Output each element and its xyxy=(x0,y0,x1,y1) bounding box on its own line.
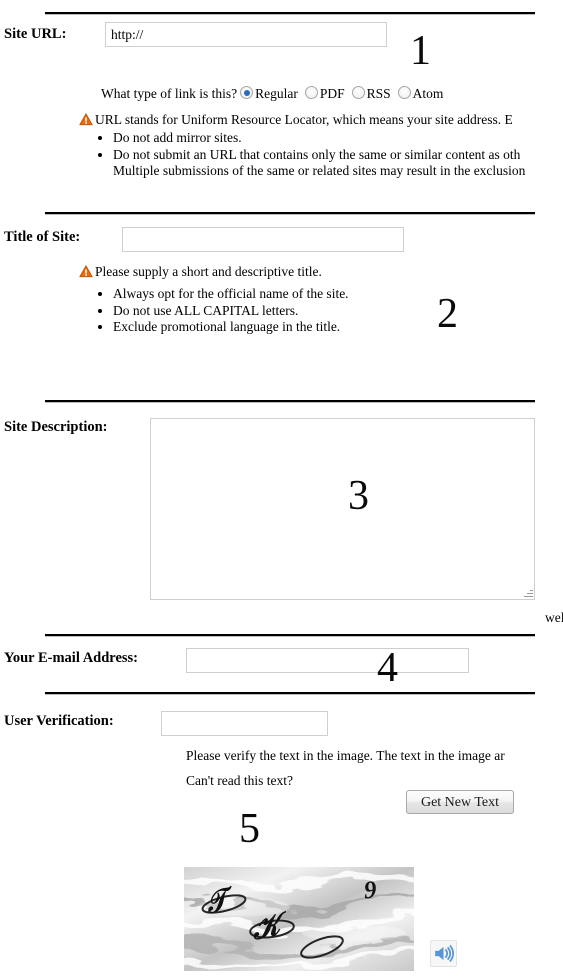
divider-top xyxy=(45,12,535,15)
site-url-help: URL stands for Uniform Resource Locator,… xyxy=(79,112,525,180)
step-annotation-1: 1 xyxy=(410,30,431,72)
link-type-question: What type of link is this? xyxy=(101,86,237,101)
step-annotation-5: 5 xyxy=(239,808,260,850)
divider-after-title xyxy=(45,400,535,403)
radio-option-regular[interactable]: Regular xyxy=(240,86,298,102)
site-url-label: Site URL: xyxy=(4,26,66,43)
title-of-site-input[interactable] xyxy=(122,227,404,252)
description-overflow-fragment: wel xyxy=(545,610,563,626)
site-url-warning-text: URL stands for Uniform Resource Locator,… xyxy=(95,112,513,127)
cant-read-text-label: Can't read this text? xyxy=(186,773,293,789)
captcha-audio-button[interactable] xyxy=(430,940,457,967)
radio-option-pdf[interactable]: PDF xyxy=(305,86,345,102)
user-verification-label: User Verification: xyxy=(4,713,114,730)
step-annotation-3: 3 xyxy=(348,475,369,517)
title-of-site-help: Please supply a short and descriptive ti… xyxy=(79,264,349,336)
title-of-site-label: Title of Site: xyxy=(4,229,80,246)
radio-label-atom: Atom xyxy=(413,86,444,101)
list-item: Do not add mirror sites. xyxy=(113,130,525,147)
list-item: Do not submit an URL that contains only … xyxy=(113,147,525,164)
step-annotation-2: 2 xyxy=(437,293,458,335)
radio-label-rss: RSS xyxy=(367,86,391,101)
radio-option-atom[interactable]: Atom xyxy=(398,86,444,102)
radio-dot-pdf[interactable] xyxy=(305,86,318,99)
radio-dot-atom[interactable] xyxy=(398,86,411,99)
site-description-textarea[interactable] xyxy=(150,418,535,600)
divider-after-email xyxy=(45,692,535,695)
radio-dot-regular[interactable] xyxy=(240,86,253,99)
list-item: Do not use ALL CAPITAL letters. xyxy=(113,303,349,320)
radio-option-rss[interactable]: RSS xyxy=(352,86,391,102)
email-label: Your E-mail Address: xyxy=(4,650,138,667)
radio-dot-rss[interactable] xyxy=(352,86,365,99)
title-warning-line: Please supply a short and descriptive ti… xyxy=(79,264,349,280)
list-item: Exclude promotional language in the titl… xyxy=(113,319,349,336)
step-annotation-4: 4 xyxy=(377,647,398,689)
title-warning-text: Please supply a short and descriptive ti… xyxy=(95,264,322,279)
radio-label-pdf: PDF xyxy=(320,86,345,101)
get-new-text-button[interactable]: Get New Text xyxy=(406,790,514,814)
radio-label-regular: Regular xyxy=(255,86,298,101)
site-url-bullet-list: Do not add mirror sites. Do not submit a… xyxy=(79,130,525,163)
submit-site-form-page: Site URL: 1 What type of link is this? Re… xyxy=(0,0,563,979)
site-description-label: Site Description: xyxy=(4,419,108,436)
warning-triangle-icon xyxy=(79,265,93,278)
speaker-icon xyxy=(431,941,456,966)
link-type-radio-group[interactable]: What type of link is this? Regular PDF RSS A… xyxy=(101,86,450,102)
list-item: Always opt for the official name of the … xyxy=(113,286,349,303)
site-url-bullet-continuation: Multiple submissions of the same or rela… xyxy=(79,163,525,180)
user-verification-input[interactable] xyxy=(161,711,328,736)
warning-triangle-icon xyxy=(79,113,93,126)
divider-after-url xyxy=(45,212,535,215)
captcha-image: 𝒯 𝒦 𝒧 9 xyxy=(184,867,414,971)
site-url-input[interactable] xyxy=(105,22,387,47)
email-input[interactable] xyxy=(186,648,469,673)
title-bullet-list: Always opt for the official name of the … xyxy=(79,286,349,336)
divider-after-description xyxy=(45,634,535,637)
site-url-warning-line: URL stands for Uniform Resource Locator,… xyxy=(79,112,525,128)
captcha-instruction: Please verify the text in the image. The… xyxy=(186,748,505,764)
